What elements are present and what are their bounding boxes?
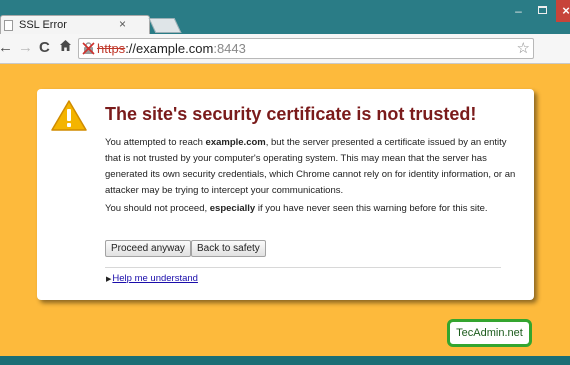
address-bar[interactable]: https://example.com:8443 ☆: [78, 38, 534, 59]
home-icon[interactable]: [59, 39, 72, 57]
tab-close-icon[interactable]: ×: [119, 17, 126, 31]
url-scheme: https: [97, 41, 126, 56]
tab-ssl-error[interactable]: SSL Error ×: [0, 15, 150, 35]
watermark-logo: TecAdmin.net: [447, 319, 532, 347]
browser-toolbar: ← → C https://example.com:8443 ☆: [0, 34, 570, 88]
minimize-button[interactable]: –: [506, 0, 531, 22]
para2-prefix: You should not proceed,: [105, 203, 210, 214]
warning-card: The site's security certificate is not t…: [37, 89, 534, 300]
help-section: ▶Help me understand: [106, 273, 198, 284]
para2-emphasis: especially: [209, 203, 256, 214]
arrow-left-icon[interactable]: ←: [0, 39, 13, 57]
url-text[interactable]: https://example.com:8443: [97, 41, 246, 56]
url-host: ://example.com: [125, 41, 214, 56]
warning-triangle-icon: [50, 99, 88, 132]
help-me-understand-link[interactable]: Help me understand: [112, 273, 198, 284]
reload-icon[interactable]: C: [39, 39, 50, 57]
proceed-anyway-button[interactable]: Proceed anyway: [105, 240, 191, 257]
arrow-right-icon[interactable]: →: [18, 39, 33, 57]
url-port: :8443: [213, 41, 246, 56]
close-window-button[interactable]: ×: [556, 0, 570, 22]
tab-title: SSL Error: [19, 19, 67, 31]
new-tab-button[interactable]: [148, 18, 182, 33]
site-host: example.com: [205, 137, 266, 148]
advice-paragraph: You should not proceed, especially if yo…: [105, 201, 525, 217]
broken-lock-icon[interactable]: [82, 42, 95, 55]
divider: [105, 267, 501, 268]
star-icon[interactable]: ☆: [517, 39, 530, 57]
page-title: The site's security certificate is not t…: [105, 104, 477, 124]
para1-prefix: You attempted to reach: [105, 137, 206, 148]
triangle-right-icon[interactable]: ▶: [106, 276, 111, 283]
window-titlebar: SSL Error × – ×: [0, 0, 570, 35]
explanation-paragraph: You attempted to reach example.com, but …: [105, 135, 525, 199]
interstitial-page: The site's security certificate is not t…: [0, 64, 570, 356]
para2-suffix: if you have never seen this warning befo…: [255, 203, 488, 214]
page-icon: [4, 20, 13, 31]
back-to-safety-button[interactable]: Back to safety: [191, 240, 266, 257]
maximize-button[interactable]: [531, 0, 556, 22]
maximize-icon: [538, 6, 547, 14]
